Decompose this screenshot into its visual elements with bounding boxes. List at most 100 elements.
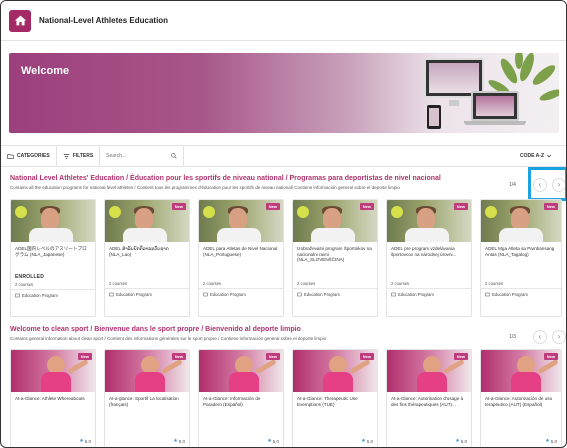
card-title: ADEL国内レベルのアスリートプログラム (NLA_Japanese) xyxy=(15,246,87,257)
card-type: Education Program xyxy=(105,289,189,300)
program-icon xyxy=(203,292,208,297)
section-title: National Level Athletes' Education / Édu… xyxy=(10,175,441,182)
course-card[interactable]: New At-a-Glance: Therapeutic Use Exempti… xyxy=(292,349,378,447)
program-icon xyxy=(109,292,114,297)
card-title: ADEL Mga Atleta sa Pambansang Antas (NLA… xyxy=(485,246,555,257)
card-title: ADEL pre program vzdelávania športovcov … xyxy=(391,246,457,257)
course-count: 2 courses xyxy=(387,279,471,289)
new-badge: New xyxy=(543,353,558,360)
card-title: At-a-glance: Sportif La localisation (fr… xyxy=(109,396,179,407)
card-image xyxy=(11,200,95,242)
course-count: 2 courses xyxy=(11,280,95,290)
program-card[interactable]: New ADEL pre program vzdelávania športov… xyxy=(386,199,472,317)
card-title: Izobraževalni program Športnikov na naci… xyxy=(297,246,372,263)
course-count: 2 courses xyxy=(199,279,283,289)
new-badge: New xyxy=(359,353,374,360)
app-title: National-Level Athletes Education xyxy=(39,16,169,25)
chevron-left-icon: ‹ xyxy=(538,332,542,341)
program-icon xyxy=(15,293,20,298)
new-badge: New xyxy=(265,353,280,360)
card-type: Education Program xyxy=(481,289,561,300)
new-badge: New xyxy=(543,203,558,210)
course-card[interactable]: New At-a-Glance: Información de Paradero… xyxy=(198,349,284,447)
pager: 1/4 xyxy=(509,182,516,188)
card-title: ADEL para Atletas de Nivel Nacional (NLA… xyxy=(203,246,278,257)
star-icon: ★ xyxy=(267,438,272,444)
section-description: Contains general information about clean… xyxy=(10,336,327,341)
card-title: At-a-Glance: Athlete Whereabouts xyxy=(15,396,85,401)
section-description: Contains all the education programs for … xyxy=(10,185,400,190)
course-count: 2 courses xyxy=(105,279,189,289)
laptop-illustration xyxy=(471,91,519,121)
star-icon: ★ xyxy=(455,438,460,444)
program-icon xyxy=(485,292,490,297)
card-title: ADEL ສຳລັບນັກກິລາລະດັບຊາດ (NLA_Lao) xyxy=(109,246,169,257)
course-card[interactable]: New At-a-Glance: Autorización de uso ter… xyxy=(480,349,562,447)
chevron-down-icon xyxy=(546,154,552,158)
course-card[interactable]: New At-a-Glance: Athlete Whereabouts ★ 5.… xyxy=(10,349,96,447)
section-title: Welcome to clean sport / Bienvenue dans … xyxy=(10,326,301,333)
rating: ★ 5.0 xyxy=(79,438,91,444)
home-icon xyxy=(14,15,26,26)
new-badge: New xyxy=(453,203,468,210)
card-image: New xyxy=(293,200,377,242)
new-badge: New xyxy=(77,353,92,360)
star-icon: ★ xyxy=(545,438,550,444)
search-icon[interactable] xyxy=(171,153,177,159)
card-image: New xyxy=(105,350,189,392)
course-card[interactable]: New At-a-glance: Sportif La localisation… xyxy=(104,349,190,447)
program-card[interactable]: New ADEL ສຳລັບນັກກິລາລະດັບຊາດ (NLA_Lao) … xyxy=(104,199,190,317)
star-icon: ★ xyxy=(361,438,366,444)
rating: ★ 5.0 xyxy=(361,438,373,444)
program-card[interactable]: ADEL国内レベルのアスリートプログラム (NLA_Japanese) ENRO… xyxy=(10,199,96,317)
new-badge: New xyxy=(453,353,468,360)
enrolled-status: ENROLLED xyxy=(15,274,45,280)
card-title: At-a-Glance: Therapeutic Use Exemptions … xyxy=(297,396,358,407)
search-input[interactable] xyxy=(106,153,163,159)
course-count: 2 courses xyxy=(293,279,377,289)
new-badge: New xyxy=(171,203,186,210)
home-button[interactable] xyxy=(9,9,31,32)
next-button[interactable]: › xyxy=(552,330,566,344)
folder-icon xyxy=(7,153,14,159)
top-bar: National-Level Athletes Education xyxy=(1,1,566,41)
card-image: New xyxy=(293,350,377,392)
pager: 1/3 xyxy=(509,334,516,340)
card-image: New xyxy=(105,200,189,242)
card-title: At-a-Glance: Autorización de uso terapéu… xyxy=(485,396,553,407)
filter-toolbar: CATEGORIES FILTERS CODE A-Z xyxy=(1,145,566,167)
program-card[interactable]: New ADEL Mga Atleta sa Pambansang Antas … xyxy=(480,199,562,317)
star-icon: ★ xyxy=(79,438,84,444)
program-card[interactable]: New ADEL para Atletas de Nivel Nacional … xyxy=(198,199,284,317)
prev-button[interactable]: ‹ xyxy=(533,330,547,344)
program-card[interactable]: New Izobraževalni program Športnikov na … xyxy=(292,199,378,317)
categories-label: CATEGORIES xyxy=(17,153,50,159)
program-icon xyxy=(391,292,396,297)
new-badge: New xyxy=(265,203,280,210)
card-image: New xyxy=(481,350,561,392)
card-type: Education Program xyxy=(199,289,283,300)
card-type: Education Program xyxy=(11,290,95,301)
search-box xyxy=(100,146,185,166)
new-badge: New xyxy=(359,203,374,210)
chevron-right-icon: › xyxy=(557,332,561,341)
sort-dropdown[interactable]: CODE A-Z xyxy=(520,146,552,166)
course-count: 2 courses xyxy=(481,279,561,289)
card-title: At-a-Glance: Autorisation d'usage à des … xyxy=(391,396,464,407)
card-image: New xyxy=(387,350,471,392)
rating: ★ 5.0 xyxy=(173,438,185,444)
card-type: Education Program xyxy=(387,289,471,300)
card-image: New xyxy=(199,200,283,242)
course-card[interactable]: New At-a-Glance: Autorisation d'usage à … xyxy=(386,349,472,447)
filters-label: FILTERS xyxy=(72,153,94,159)
card-type: Education Program xyxy=(293,289,377,300)
categories-button[interactable]: CATEGORIES xyxy=(1,146,57,166)
welcome-banner: Welcome xyxy=(9,53,559,133)
rating: ★ 5.0 xyxy=(267,438,279,444)
star-icon: ★ xyxy=(173,438,178,444)
sort-label: CODE A-Z xyxy=(520,153,544,159)
rating: ★ 5.0 xyxy=(455,438,467,444)
card-image: New xyxy=(481,200,561,242)
filters-button[interactable]: FILTERS xyxy=(57,146,101,166)
card-image: New xyxy=(11,350,95,392)
